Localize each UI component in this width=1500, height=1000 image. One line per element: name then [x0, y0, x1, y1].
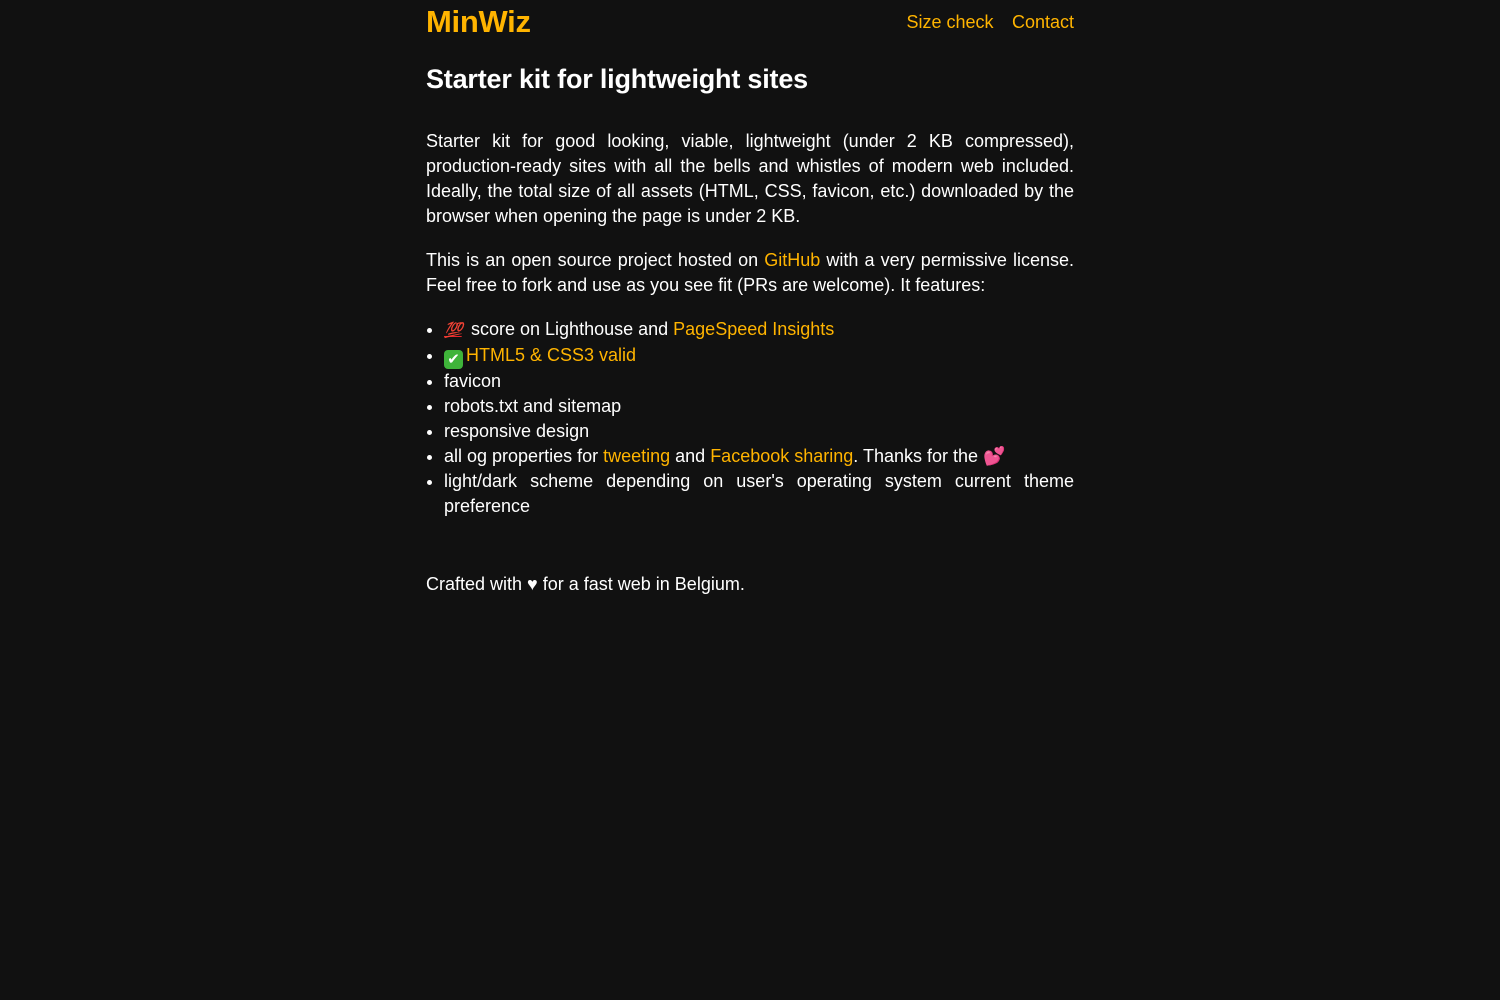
nav-size-check[interactable]: Size check: [906, 12, 993, 32]
open-source-paragraph: This is an open source project hosted on…: [426, 248, 1074, 298]
heart-icon: ♥: [527, 574, 538, 594]
list-item: responsive design: [444, 419, 1074, 444]
footer-text-after: for a fast web in Belgium.: [537, 574, 745, 594]
feature-text: score on Lighthouse and: [466, 319, 674, 339]
site-footer: Crafted with ♥ for a fast web in Belgium…: [426, 574, 1074, 595]
facebook-sharing-link[interactable]: Facebook sharing: [710, 446, 853, 466]
page-title: Starter kit for lightweight sites: [426, 64, 808, 94]
footer-text-before: Crafted with: [426, 574, 528, 594]
tweeting-link[interactable]: tweeting: [603, 446, 670, 466]
list-item: favicon: [444, 369, 1074, 394]
feature-text: . Thanks for the: [853, 446, 984, 466]
feature-text: all og properties for: [444, 446, 604, 466]
list-item: 💯 score on Lighthouse and PageSpeed Insi…: [444, 317, 1074, 343]
intro-paragraph: Starter kit for good looking, viable, li…: [426, 131, 1074, 226]
main-content: Starter kit for lightweight sites Starte…: [426, 64, 1074, 519]
list-item: all og properties for tweeting and Faceb…: [444, 444, 1074, 469]
list-item: light/dark scheme depending on user's op…: [444, 469, 1074, 519]
page-container: MinWiz Size check Contact Starter kit fo…: [426, 0, 1074, 595]
hundred-points-icon: 💯: [444, 322, 463, 339]
site-logo-link[interactable]: MinWiz: [426, 4, 531, 40]
two-hearts-icon: 💕: [983, 446, 1006, 466]
validator-link[interactable]: HTML5 & CSS3 valid: [466, 345, 636, 365]
features-list: 💯 score on Lighthouse and PageSpeed Insi…: [426, 317, 1074, 519]
open-source-text-before: This is an open source project hosted on: [426, 250, 765, 270]
nav-contact[interactable]: Contact: [1012, 12, 1074, 32]
pagespeed-link[interactable]: PageSpeed Insights: [673, 319, 834, 339]
list-item: robots.txt and sitemap: [444, 394, 1074, 419]
site-header: MinWiz Size check Contact: [426, 4, 1074, 40]
github-link[interactable]: GitHub: [764, 250, 820, 270]
main-nav: Size check Contact: [892, 12, 1074, 33]
feature-text: and: [670, 446, 711, 466]
list-item: ✔HTML5 & CSS3 valid: [444, 343, 1074, 369]
check-mark-icon: ✔: [444, 350, 463, 369]
